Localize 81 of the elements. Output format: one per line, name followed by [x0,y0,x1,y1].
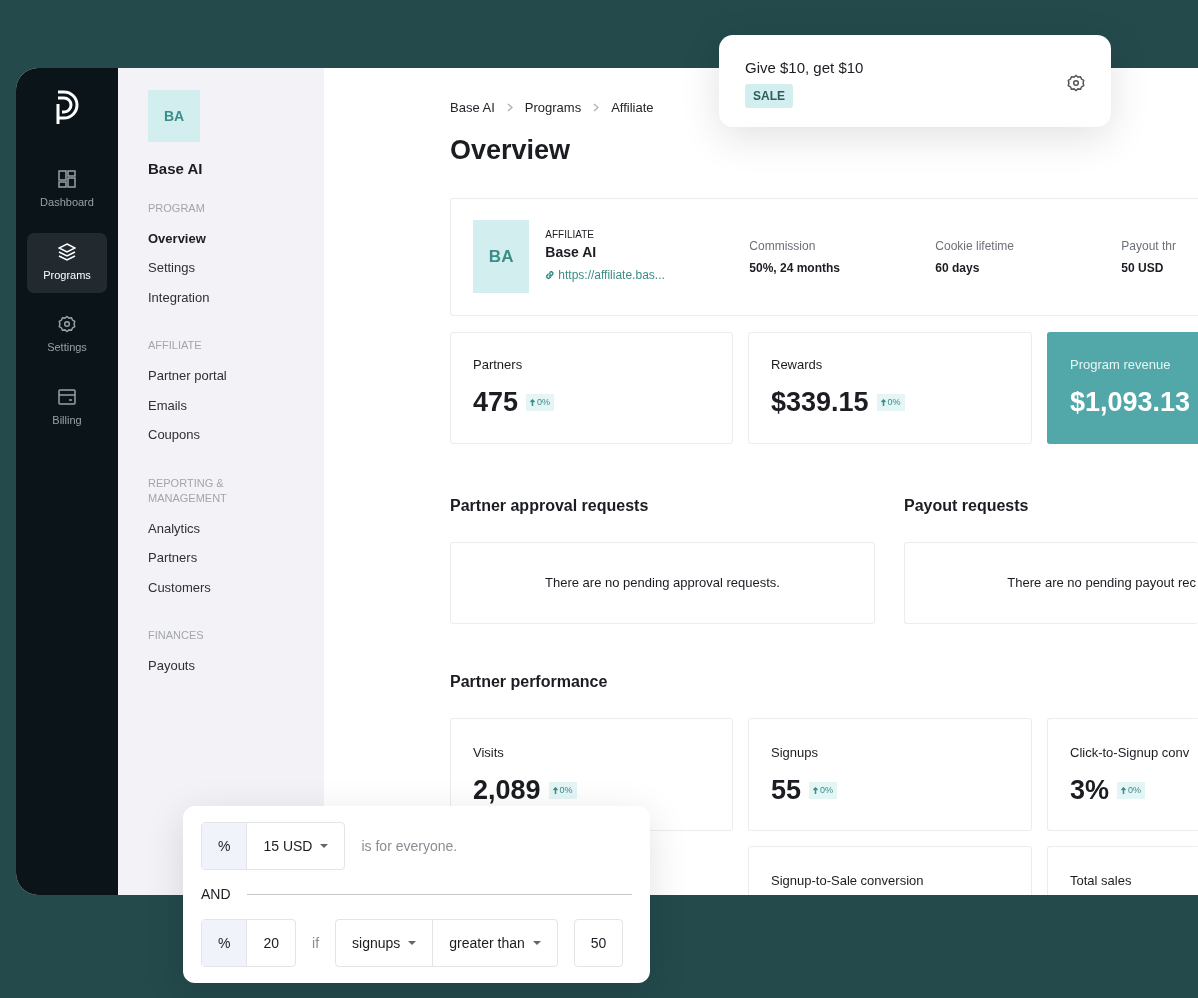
chevron-right-icon [506,103,513,113]
metric-label: Signup-to-Sale conversion [771,871,925,890]
fact-label: Cookie lifetime [935,237,1015,255]
rail-nav-item[interactable]: Dashboard [27,160,107,221]
metric-label: Signups [771,743,819,762]
fact-value: 50%, 24 months [749,259,841,277]
metric-label: Total sales [1070,871,1133,890]
sidebar-link[interactable]: Payouts [148,651,195,681]
condition-label: if [312,933,320,953]
logo-icon [55,90,79,126]
up-arrow-icon [880,399,886,407]
section-heading: PROGRAM [148,200,206,216]
breadcrumb-link[interactable]: Affiliate [611,98,654,118]
program-avatar: BA [148,90,200,142]
link-icon [545,270,555,280]
fact-label: Payout thr [1121,237,1176,255]
grid-icon [58,170,76,188]
fact-value: 50 USD [1121,259,1165,277]
program-avatar: BA [473,220,530,294]
section-heading: Partner approval requests [450,495,650,516]
change-badge: 0% [876,393,905,412]
breadcrumb-link[interactable]: Base AI [450,98,495,118]
rail-nav-item[interactable]: Settings [27,305,107,366]
program-name: Base AI [148,159,204,179]
sidebar-link[interactable]: Analytics [148,513,201,543]
up-arrow-icon [530,399,536,407]
change-badge: 0% [1117,781,1146,800]
layers-icon [58,242,76,261]
empty-state-text: There are no pending payout rec [1007,574,1196,593]
amount-select[interactable]: % 20 [201,919,297,967]
sidebar-link[interactable]: Settings [148,253,195,283]
sidebar-link[interactable]: Customers [148,572,211,602]
empty-state-text: There are no pending approval requests. [545,574,780,593]
breadcrumb-link[interactable]: Programs [524,98,582,118]
sidebar-link[interactable]: Coupons [148,420,201,450]
stat-label: Rewards [771,355,824,374]
stat-value: 475 [473,386,519,420]
up-arrow-icon [813,787,819,795]
sale-tag: SALE [745,83,793,108]
stat-value: $1,093.13 [1070,386,1191,420]
change-badge: 0% [548,781,577,800]
section-heading: Partner performance [450,671,609,692]
sidebar-link[interactable]: Partners [148,543,198,573]
conjunction-label: AND [201,885,231,904]
stat-value: $339.15 [771,386,869,420]
caret-down-icon [320,843,329,849]
settings-icon [1067,74,1085,92]
section-heading: AFFILIATE [148,338,203,353]
metric-label: Click-to-Signup conv [1070,743,1191,762]
metric-value: 3% [1070,774,1110,808]
section-heading: REPORTING & MANAGEMENT [148,475,228,506]
program-type: AFFILIATE [545,227,595,242]
up-arrow-icon [552,787,558,795]
metric-value: 55 [771,774,802,808]
change-badge: 0% [809,781,838,800]
amount-select[interactable]: % 15 USD [201,822,346,870]
page-title: Overview [450,133,572,166]
metric-value: 2,089 [473,774,541,808]
rail-nav-item[interactable]: Billing [27,377,107,438]
chevron-right-icon [593,103,600,113]
up-arrow-icon [1121,787,1127,795]
sidebar-link[interactable]: Partner portal [148,361,227,391]
section-heading: Payout requests [904,495,1030,516]
settings-icon [58,315,76,333]
metric-label: Visits [473,743,505,762]
rule-note: is for everyone. [361,836,458,856]
fact-label: Commission [749,237,817,255]
sidebar-link[interactable]: Integration [148,282,210,312]
sidebar-link[interactable]: Overview [148,223,206,253]
sidebar-link[interactable]: Emails [148,390,187,420]
offer-title: Give $10, get $10 [745,58,864,78]
change-badge: 0% [526,393,555,412]
stat-label: Program revenue [1070,355,1172,374]
card-icon [58,387,76,406]
fact-value: 60 days [935,259,981,277]
program-name: Base AI [545,242,598,262]
section-heading: FINANCES [148,628,205,643]
rail-nav-item[interactable]: Programs [27,232,107,293]
threshold-field[interactable]: 50 [573,919,624,967]
stat-label: Partners [473,355,524,374]
program-url-link[interactable]: https://affiliate.bas... [545,266,665,285]
